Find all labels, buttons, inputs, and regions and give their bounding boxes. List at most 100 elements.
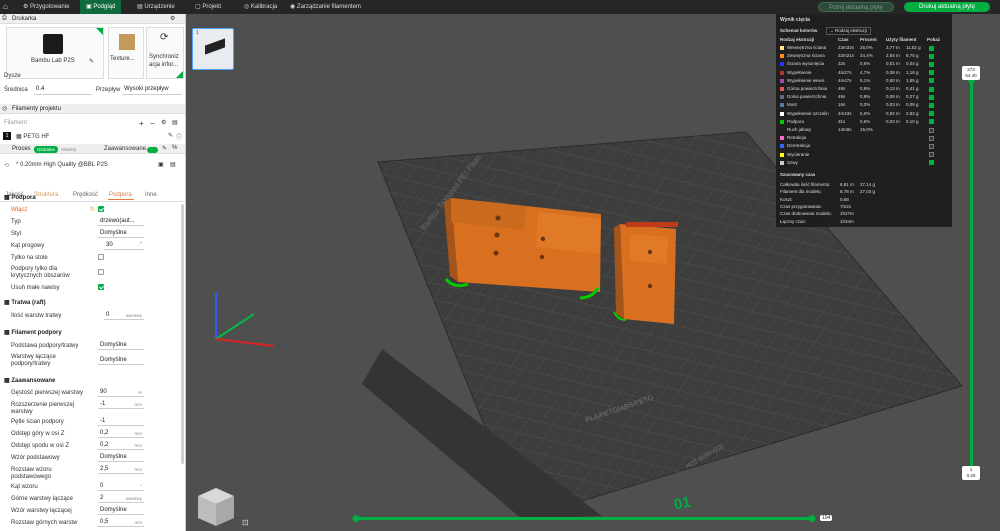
diameter-select[interactable]: 0.4 [34,85,92,95]
advanced-setting-input[interactable]: Domyślne [98,453,144,462]
advanced-setting-input[interactable]: Domyślne [98,506,144,515]
role-pct: 0,6% [860,61,871,67]
tab-support[interactable]: Podpora [109,192,132,198]
process-edit-icon[interactable]: ✎ [162,145,167,152]
role-show-checkbox[interactable] [929,143,934,149]
role-show-checkbox[interactable] [929,78,934,84]
role-color-swatch [780,54,784,59]
role-show-checkbox[interactable] [929,94,934,100]
printer-image [43,34,63,54]
advanced-setting-input[interactable]: -1 [98,417,144,426]
role-show-checkbox[interactable] [929,61,934,67]
remove-small-overhangs-checkbox[interactable] [98,284,104,290]
advanced-setting-input[interactable]: 0,2 mm [98,441,144,450]
sync-filament-icon[interactable]: ⚙ [161,119,166,126]
reset-icon[interactable]: ↻ [90,206,95,213]
on-plate-only-checkbox[interactable] [98,254,104,260]
model-left[interactable] [444,198,601,300]
filament-settings-icon[interactable]: ▤ [172,119,178,126]
advanced-setting-input[interactable]: 2,5 mm [98,465,144,474]
tab-others[interactable]: Inne [145,192,157,198]
filament-slot-badge: 1 [3,132,11,140]
advanced-setting-label: Wzór podstawowy [11,455,60,461]
tab-speed[interactable]: Prędkość [73,192,98,198]
role-show-checkbox[interactable] [929,70,934,76]
global-tag[interactable]: Globalne [34,146,59,153]
support-type-select[interactable]: drzewo(aut... [98,217,144,226]
role-show-checkbox[interactable] [929,127,934,133]
plate-card[interactable]: Texture... [108,27,144,79]
slice-plate-button[interactable]: Potnij aktualną płytę [818,2,894,12]
role-show-checkbox[interactable] [929,152,934,158]
filament-edit-icon[interactable]: ✎ [168,132,173,139]
role-show-checkbox[interactable] [929,111,934,117]
edit-icon[interactable]: ✎ [89,58,94,65]
role-show-checkbox[interactable] [929,102,934,108]
role-show-checkbox[interactable] [929,45,934,51]
threshold-angle-input[interactable]: 30 ° [104,241,144,250]
tab-project[interactable]: ▢ Projekt [195,0,221,14]
tab-calibration[interactable]: ◎ Kalibracja [244,0,277,14]
role-wt: 0,10 g [906,118,919,124]
enable-support-checkbox[interactable] [98,206,104,212]
layer-move-slider-start[interactable] [352,515,360,522]
tab-device[interactable]: ▤ Urządzenie [137,0,175,14]
support-interface-select[interactable]: Domyślne [98,356,144,365]
more-profile-icon[interactable]: ▤ [170,161,176,168]
role-time: 4m43s [838,110,852,116]
advanced-setting-input[interactable]: 90% [98,388,144,397]
critical-only-checkbox[interactable] [98,269,104,275]
advanced-setting-input[interactable]: 0,5 mm [98,518,144,527]
view-cube[interactable] [198,488,234,526]
remove-filament-icon[interactable]: − [150,119,155,128]
support-style-select[interactable]: Domyślne [98,229,144,238]
object-tag[interactable]: Obiekty [58,146,80,153]
filament-row[interactable]: ▦ PETG HF [16,133,49,140]
process-compare-icon[interactable]: % [172,145,177,151]
layer-move-slider-track[interactable] [356,517,812,520]
undo-icon[interactable]: ⟲ [4,162,9,169]
advanced-setting-label: Kąt wzoru [11,484,38,490]
plate-thumbnail[interactable]: 1 [192,28,234,70]
layer-move-slider-handle[interactable] [808,515,816,522]
fit-view-icon[interactable]: ⊡ [242,518,249,527]
add-filament-icon[interactable]: + [139,119,144,128]
tab-prepare[interactable]: ⚙ Przygotowanie [23,0,69,14]
role-show-checkbox[interactable] [929,86,934,92]
role-wt: 11,62 g [906,45,921,50]
advanced-setting-input[interactable]: 0,2 mm [98,429,144,438]
tab-preview-label: Podgląd [93,4,116,10]
role-name: Ściana wysunięcia [787,61,825,67]
role-show-checkbox[interactable] [929,53,934,59]
home-icon[interactable]: ⌂ [3,0,8,14]
layer-range-slider-track[interactable] [970,80,973,470]
support-base-select[interactable]: Domyślne [98,341,144,350]
estimate-v1: 8,81 m [840,182,854,187]
model-right[interactable] [613,222,678,324]
advanced-toggle[interactable] [147,147,158,153]
color-scheme-select[interactable]: ⌄ Rodzaj ekstruzji [826,27,871,35]
raft-layers-input[interactable]: 0 warstwy [104,311,144,320]
flow-select[interactable]: Wysoki przepływ [122,85,182,95]
tab-strength[interactable]: Struktura [34,192,58,198]
gear-icon[interactable]: ⚙ [170,15,175,22]
advanced-setting-input[interactable]: 0 ° [98,482,144,491]
profile-select[interactable]: * 0.20mm High Quality @BBL P2S [16,162,108,168]
advanced-setting-input[interactable]: 2 warstwy [98,494,144,503]
filaments-section-header: Filamenty projektu [0,104,185,114]
save-profile-icon[interactable]: ▣ [158,161,164,168]
print-plate-button[interactable]: Drukuj aktualną płytę [904,2,990,12]
sync-card[interactable]: ⟳ Synchroniz acja infor... [146,27,184,79]
filament-info-icon[interactable]: ⓘ [176,132,182,141]
printer-card[interactable]: Bambu Lab P2S ✎ [6,27,104,79]
settings-scrollbar[interactable] [181,204,184,464]
estimate-label: Koszt: [780,196,793,202]
role-show-checkbox[interactable] [929,135,934,141]
tab-filament-manager[interactable]: ◉ Zarządzanie filamentem [290,0,361,14]
role-show-checkbox[interactable] [929,119,934,125]
plate-image [119,34,135,50]
tab-preview[interactable]: ▣ Podgląd [80,0,122,14]
advanced-setting-value: -1 [100,418,106,424]
advanced-setting-input[interactable]: -1 mm [98,400,144,409]
role-show-checkbox[interactable] [929,160,934,166]
